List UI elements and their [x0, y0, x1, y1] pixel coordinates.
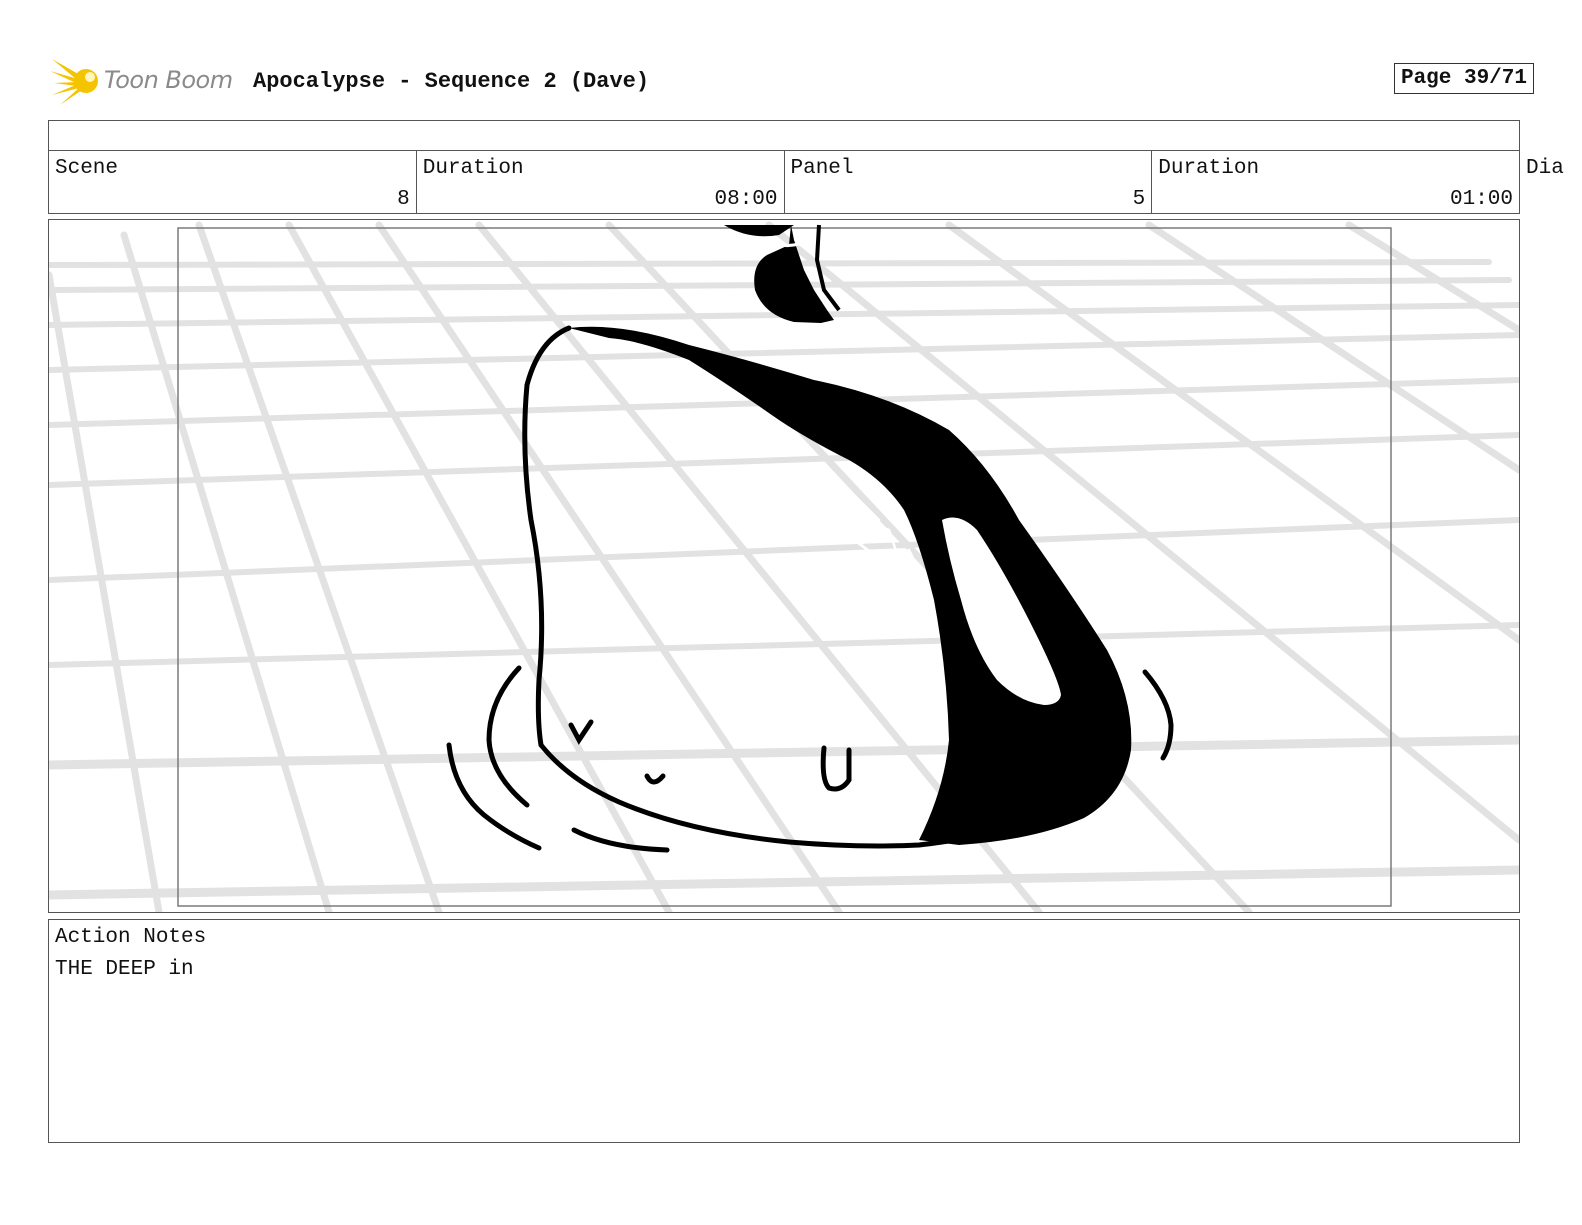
grid-floor: [49, 221, 1519, 912]
scene-duration-label: Duration: [422, 157, 524, 180]
scene-duration-value: 08:00: [714, 188, 778, 211]
blank-header-row: [48, 120, 1520, 151]
action-notes-label: Action Notes: [55, 926, 207, 949]
page-header: Toon Boom Apocalypse - Sequence 2 (Dave)…: [50, 55, 1534, 107]
panel-value: 5: [1132, 188, 1146, 211]
storyboard-panel: [48, 219, 1520, 913]
panel-label: Panel: [790, 157, 854, 180]
document-title: Apocalypse - Sequence 2 (Dave): [253, 69, 650, 94]
panel-cell: Panel 5: [785, 151, 1153, 213]
dialog-label-overflow: Dia: [1526, 157, 1564, 180]
logo-text: Toon Boom: [104, 66, 233, 94]
action-notes-box: Action Notes THE DEEP in: [48, 919, 1520, 1143]
scene-value: 8: [397, 188, 410, 211]
panel-duration-label: Duration: [1158, 157, 1260, 180]
page-number: Page 39/71: [1393, 63, 1534, 94]
scene-info-row: Scene 8 Duration 08:00 Panel 5 Duration …: [48, 151, 1520, 214]
scene-duration-cell: Duration 08:00: [417, 151, 785, 213]
toon-boom-logo: Toon Boom: [50, 55, 250, 107]
shark-fin-drawing: [522, 325, 1132, 849]
panel-drawing: [49, 221, 1519, 912]
toon-boom-logo-icon: [50, 59, 98, 105]
panel-duration-cell: Duration 01:00: [1152, 151, 1519, 213]
scene-label: Scene: [55, 157, 119, 180]
scene-cell: Scene 8: [49, 151, 417, 213]
action-notes-text: THE DEEP in: [55, 958, 194, 981]
panel-duration-value: 01:00: [1449, 188, 1513, 211]
